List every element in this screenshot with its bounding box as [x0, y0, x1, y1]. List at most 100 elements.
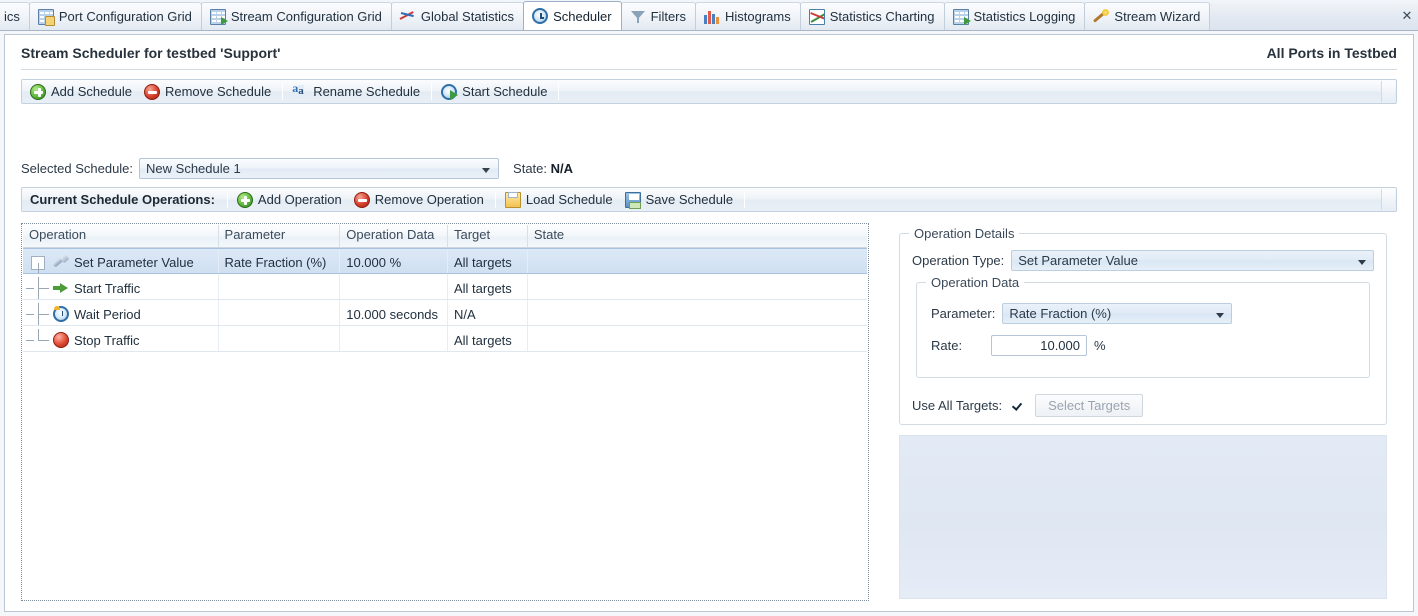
rate-row: Rate: 10.000 %: [931, 335, 1106, 356]
selected-schedule-combobox[interactable]: New Schedule 1: [139, 157, 500, 179]
grid-column-header[interactable]: Operation Data: [340, 225, 448, 247]
save-icon: [624, 191, 641, 209]
toolbar-button-label: Save Schedule: [645, 192, 734, 207]
operations-toolbar-overflow-button[interactable]: [1381, 189, 1395, 210]
stop-icon: [53, 332, 69, 348]
add-operation-button[interactable]: Add Operation: [232, 189, 349, 210]
parameter-row: Parameter: Rate Fraction (%): [931, 303, 1355, 324]
rate-unit: %: [1094, 338, 1106, 353]
statistics-chart-icon: [808, 8, 825, 25]
tab-label: Stream Wizard: [1114, 9, 1201, 24]
select-targets-button[interactable]: Select Targets: [1035, 394, 1144, 417]
grid-cell-target: All targets: [448, 274, 528, 299]
rate-input[interactable]: 10.000: [991, 335, 1087, 356]
table-row[interactable]: Start Traffic All targets: [23, 274, 867, 300]
grid-column-header[interactable]: Target: [448, 225, 528, 247]
schedule-state-label: State:: [513, 160, 547, 176]
toolbar-button-label: Start Schedule: [462, 84, 548, 99]
grid-cell-parameter: [219, 326, 341, 351]
grid-column-header[interactable]: State: [528, 225, 867, 247]
toolbar-separator: [744, 191, 746, 208]
tab-stream-configuration-grid[interactable]: Stream Configuration Grid: [200, 2, 392, 30]
start-schedule-icon: [441, 83, 459, 100]
use-all-targets-checkbox[interactable]: [1011, 398, 1026, 413]
grid-column-header[interactable]: Operation: [23, 225, 219, 247]
wrench-icon: [53, 255, 69, 271]
selected-schedule-value: New Schedule 1: [146, 160, 241, 176]
load-schedule-button[interactable]: Load Schedule: [500, 189, 620, 210]
tree-line: [38, 329, 39, 340]
grid-column-header[interactable]: Parameter: [219, 225, 341, 247]
table-row[interactable]: Set Parameter Value Rate Fraction (%) 10.0…: [23, 248, 867, 274]
table-row[interactable]: Stop Traffic All targets: [23, 326, 867, 352]
operation-name: Set Parameter Value: [74, 255, 194, 270]
tab-ics[interactable]: ics: [0, 2, 30, 30]
chart-line-icon: [400, 9, 416, 25]
grid-cell-parameter: [219, 300, 341, 325]
grid-cell-operation: Set Parameter Value: [23, 249, 219, 273]
remove-operation-button[interactable]: Remove Operation: [349, 189, 491, 210]
toolbar-separator: [226, 191, 228, 208]
tree-line: [26, 288, 34, 289]
split-container: Operation Parameter Operation Data Target St…: [21, 223, 1397, 601]
tree-indent: [23, 303, 53, 325]
page-header: Stream Scheduler for testbed 'Support' A…: [7, 37, 1411, 69]
operations-grid-pane: Operation Parameter Operation Data Target St…: [21, 223, 869, 601]
scheduler-application: ics Port Configuration Grid Stream Configu…: [0, 0, 1418, 616]
close-icon[interactable]: ✕: [1396, 2, 1418, 30]
chevron-down-icon: [1216, 313, 1225, 318]
tab-scheduler[interactable]: Scheduler: [523, 1, 622, 30]
operations-grid[interactable]: Operation Parameter Operation Data Target St…: [23, 225, 867, 599]
tab-histograms[interactable]: Histograms: [695, 2, 801, 30]
tab-stream-wizard[interactable]: Stream Wizard: [1084, 2, 1211, 30]
parameter-combobox[interactable]: Rate Fraction (%): [1002, 303, 1233, 324]
tab-label: Statistics Charting: [829, 9, 935, 24]
selected-schedule-label: Selected Schedule:: [21, 160, 134, 176]
tree-line: [38, 288, 49, 289]
start-schedule-button[interactable]: Start Schedule: [436, 81, 554, 102]
green-arrow-icon: [53, 280, 69, 296]
tree-indent: [23, 277, 53, 299]
operation-details-group-title: Operation Details: [909, 226, 1020, 241]
operation-details-group: Operation Details Operation Type: Set Pa…: [899, 226, 1387, 425]
rate-value: 10.000: [1040, 338, 1080, 353]
remove-schedule-button[interactable]: Remove Schedule: [139, 81, 278, 102]
table-row[interactable]: Wait Period 10.000 seconds N/A: [23, 300, 867, 326]
tab-port-configuration-grid[interactable]: Port Configuration Grid: [28, 2, 202, 30]
clock-icon: [532, 8, 549, 24]
operation-data-group-title: Operation Data: [926, 275, 1025, 290]
selected-schedule-row: Selected Schedule: New Schedule 1 State:…: [21, 157, 573, 179]
grid-body: Set Parameter Value Rate Fraction (%) 10.0…: [23, 248, 867, 352]
tab-global-statistics[interactable]: Global Statistics: [390, 2, 525, 30]
operation-name: Stop Traffic: [74, 332, 140, 348]
toolbar-button-label: Add Operation: [257, 192, 342, 207]
folder-open-icon: [504, 191, 521, 208]
add-schedule-button[interactable]: Add Schedule: [25, 81, 139, 102]
rename-schedule-button[interactable]: Rename Schedule: [287, 81, 427, 102]
grid-cell-operation-data: 10.000 seconds: [340, 300, 448, 325]
operation-data-group: Operation Data Parameter: Rate Fraction …: [916, 275, 1370, 378]
operation-type-combobox[interactable]: Set Parameter Value: [1011, 250, 1374, 271]
toolbar-separator: [558, 83, 560, 100]
operation-type-row: Operation Type: Set Parameter Value: [912, 250, 1374, 271]
tab-label: Scheduler: [553, 8, 612, 24]
tab-statistics-logging[interactable]: Statistics Logging: [943, 2, 1086, 30]
remove-icon: [143, 83, 160, 100]
grid-cell-state: [528, 300, 867, 325]
funnel-icon: [630, 9, 646, 25]
grid-header-row: Operation Parameter Operation Data Target St…: [23, 225, 867, 248]
toolbar-button-label: Load Schedule: [525, 192, 613, 207]
tab-label: Statistics Logging: [973, 9, 1076, 24]
operation-type-label: Operation Type:: [912, 253, 1005, 268]
details-empty-area: [899, 435, 1387, 599]
tab-label: ics: [4, 9, 20, 24]
tab-statistics-charting[interactable]: Statistics Charting: [799, 2, 945, 30]
grid-cell-target: N/A: [448, 300, 528, 325]
tab-filters[interactable]: Filters: [620, 2, 696, 30]
schedule-state-value: N/A: [550, 160, 574, 176]
save-schedule-button[interactable]: Save Schedule: [620, 189, 740, 210]
header-divider: [21, 69, 1397, 70]
schedule-toolbar-overflow-button[interactable]: [1381, 81, 1395, 102]
tree-line: [38, 314, 49, 315]
toolbar-button-label: Remove Operation: [374, 192, 484, 207]
